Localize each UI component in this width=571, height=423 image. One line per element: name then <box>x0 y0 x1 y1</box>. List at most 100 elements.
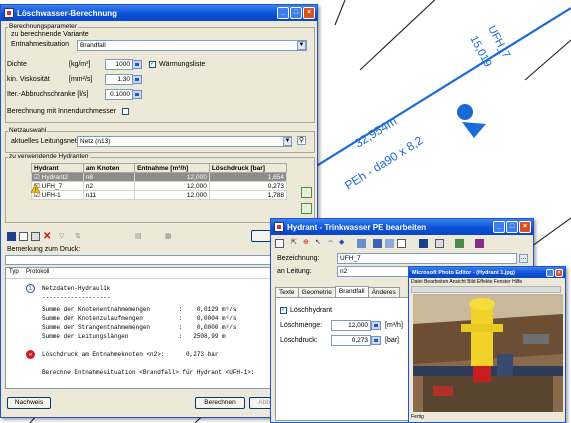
minimize-button[interactable]: _ <box>277 7 289 19</box>
book-icon[interactable] <box>475 239 484 248</box>
heat-loss-label: Wärmungsliste <box>159 61 206 68</box>
pressure-spinner-icon[interactable] <box>371 336 381 345</box>
current-net-label: aktuelles Leitungsnetz <box>11 138 81 145</box>
tab-other[interactable]: Änderes <box>367 287 400 297</box>
fire-hydrant-checkbox[interactable]: ✓ <box>280 307 287 314</box>
hydrant-node: n11 <box>82 190 136 200</box>
hydrant-flow[interactable]: 12,000 <box>134 181 210 191</box>
protocol-line: ------------------- <box>42 294 111 301</box>
tab-texts[interactable]: Texte <box>275 287 299 297</box>
close-button[interactable]: × <box>519 221 531 233</box>
row-checkbox[interactable]: ☑ <box>34 174 42 181</box>
photo-editor-window: Microsoft Photo Editor - (Hydrant 1.jpg)… <box>408 266 566 423</box>
calculate-button[interactable]: Berechnen <box>195 397 245 409</box>
flow-spinner-icon[interactable] <box>371 321 381 330</box>
iteration-input[interactable]: 0.1000 <box>105 89 133 100</box>
chart-icon[interactable]: ▤ <box>135 232 144 241</box>
protocol-line: Berechne Entnahmesituation <Brandfall> f… <box>42 369 255 376</box>
chart-icon[interactable] <box>455 239 464 248</box>
print-icon[interactable] <box>435 239 444 248</box>
delete-icon[interactable]: ✕ <box>43 231 52 242</box>
link-icon[interactable]: ⇔ <box>327 238 336 247</box>
hydrant-toolbar: ⇱ ⊕ ↖ ⇔ ◆ <box>275 238 525 250</box>
save-icon[interactable] <box>7 232 16 241</box>
table-icon[interactable] <box>385 239 394 248</box>
iteration-label: Iter.-Abbruchschranke [l/s] <box>7 91 89 98</box>
tab-fire[interactable]: Brandfall <box>334 286 369 297</box>
window-title: Löschwasser-Berechnung <box>17 8 118 18</box>
density-spinner-icon[interactable] <box>132 60 142 69</box>
save-icon[interactable] <box>419 239 428 248</box>
table-row[interactable]: ☑ UFH_7 n2 12,000 0,273 <box>31 181 288 191</box>
chevron-down-icon[interactable]: ▼ <box>283 137 292 146</box>
hydrant-pressure: 1,654 <box>208 172 288 182</box>
table-icon[interactable]: ▦ <box>165 232 174 241</box>
fire-hydrant-label: Löschhydrant <box>290 307 333 314</box>
column-header[interactable]: Hydrant <box>31 163 84 173</box>
proof-button[interactable]: Nachweis <box>7 397 51 409</box>
menu-item[interactable]: Datei <box>411 279 423 285</box>
row-checkbox[interactable]: ☑ <box>34 192 42 199</box>
inner-diameter-checkbox[interactable] <box>122 108 129 115</box>
designation-input[interactable]: UFH_7 <box>337 253 517 264</box>
close-button[interactable]: × <box>303 7 315 19</box>
copy-icon[interactable] <box>19 232 28 241</box>
density-input[interactable]: 1000 <box>105 59 133 70</box>
remove-hydrant-icon[interactable] <box>301 203 312 214</box>
situation-select[interactable]: Brandfall <box>77 40 307 51</box>
pressure-input[interactable]: 0,273 <box>331 335 371 346</box>
hydrant-window-titlebar[interactable]: Hydrant - Trinkwasser PE bearbeiten _ □ … <box>271 219 533 235</box>
sort-icon[interactable]: ⇅ <box>75 232 84 241</box>
menu-item[interactable]: Fenster <box>494 279 511 285</box>
properties-icon[interactable] <box>275 239 284 248</box>
print-icon[interactable] <box>31 232 40 241</box>
table-row[interactable]: ☑ UFH-1 n11 12,000 1,788 <box>31 190 288 200</box>
hydrant-window-title: Hydrant - Trinkwasser PE bearbeiten <box>287 222 427 232</box>
warning-icon: ! <box>31 184 40 193</box>
density-unit: [kg/m³] <box>69 61 91 68</box>
add-icon[interactable]: ⊕ <box>303 238 312 247</box>
hydrant-node-marker <box>457 104 473 120</box>
menu-item[interactable]: Bild <box>467 279 475 285</box>
minimize-button[interactable]: _ <box>493 221 505 233</box>
maximize-button[interactable]: □ <box>290 7 302 19</box>
minimize-button[interactable]: _ <box>546 268 554 277</box>
hydrant-flow[interactable]: 12,000 <box>134 190 210 200</box>
add-hydrant-icon[interactable] <box>301 187 312 198</box>
layers-icon[interactable] <box>373 239 382 248</box>
photo-window-titlebar[interactable]: Microsoft Photo Editor - (Hydrant 1.jpg)… <box>409 267 565 278</box>
chevron-down-icon[interactable]: ▼ <box>297 41 306 50</box>
column-header[interactable]: Entnahme [m³/h] <box>134 163 210 173</box>
comment-input[interactable] <box>5 255 315 265</box>
iteration-spinner-icon[interactable] <box>132 90 142 99</box>
tab-geometry[interactable]: Geometrie <box>297 287 336 297</box>
column-header[interactable]: Löschdruck [bar] <box>208 163 288 173</box>
select-icon[interactable]: ⇱ <box>291 238 300 247</box>
menu-item[interactable]: Bearbeiten <box>424 279 448 285</box>
heat-loss-checkbox[interactable]: ✓ <box>149 61 156 68</box>
filter-icon[interactable]: ▽ <box>59 232 68 241</box>
close-button[interactable]: × <box>555 268 563 277</box>
menu-item[interactable]: Ansicht <box>449 279 465 285</box>
viscosity-input[interactable]: 1.30 <box>105 74 133 85</box>
protocol-list[interactable]: Typ Protokoll i Netzdaten-Hydraulik ----… <box>5 267 315 389</box>
current-net-select[interactable]: Netz (n13) <box>77 136 292 147</box>
pointer-icon[interactable]: ↖ <box>315 238 324 247</box>
designation-label: Bezeichnung: <box>277 255 320 262</box>
calculation-window-titlebar[interactable]: Löschwasser-Berechnung _ □ × <box>1 5 317 21</box>
viscosity-spinner-icon[interactable] <box>132 75 142 84</box>
maximize-button[interactable]: □ <box>506 221 518 233</box>
hydrant-pressure: 1,788 <box>208 190 288 200</box>
column-header[interactable]: am Knoten <box>82 163 136 173</box>
hydrant-flow[interactable]: 12,000 <box>134 172 210 182</box>
map-icon[interactable] <box>357 239 366 248</box>
more-options-icon[interactable]: … <box>519 254 528 263</box>
menu-item[interactable]: Hilfe <box>512 279 522 285</box>
search-net-icon[interactable]: ⚲ <box>297 136 306 145</box>
flow-input[interactable]: 12,000 <box>331 320 371 331</box>
copy-icon[interactable] <box>397 239 406 248</box>
flow-unit: [m³/h] <box>385 322 403 329</box>
node-icon[interactable]: ◆ <box>339 238 348 247</box>
table-row[interactable]: ☑ Hydrant2 n8 12,000 1,654 <box>31 172 288 182</box>
menu-item[interactable]: Effekte <box>477 279 492 285</box>
